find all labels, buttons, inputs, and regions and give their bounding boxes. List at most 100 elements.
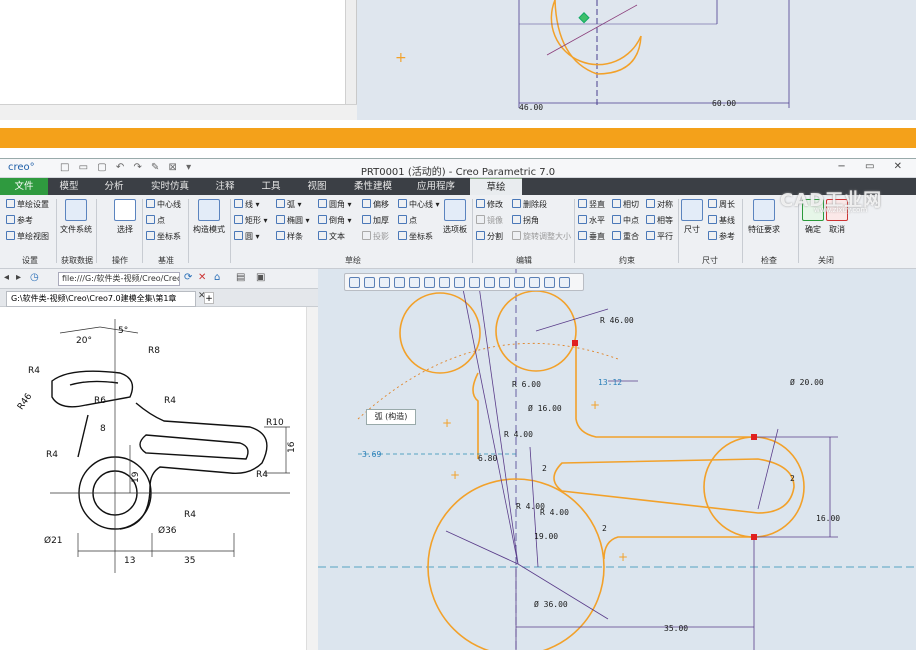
dim-d36[interactable]: Ø 36.00	[534, 599, 568, 609]
text-tool[interactable]: 文本	[318, 231, 345, 242]
construction-mode-button[interactable]: 构造模式	[190, 199, 228, 235]
browser-tab[interactable]: G:\软件类-视频\Creo\Creo7.0建模全集\第1章	[6, 291, 196, 307]
datum-display-icon[interactable]	[454, 277, 465, 288]
tab-analysis[interactable]: 分析	[90, 178, 138, 195]
perpendicular-constraint[interactable]: 垂直	[578, 231, 605, 242]
tab-flexible-modeling[interactable]: 柔性建模	[340, 178, 406, 195]
thicken-tool[interactable]: 加厚	[362, 215, 389, 226]
spline-tool[interactable]: 样条	[276, 231, 303, 242]
save-icon[interactable]: ▣	[256, 272, 265, 283]
midpoint-constraint[interactable]: 中点	[612, 215, 639, 226]
baseline-tool[interactable]: 基线	[708, 215, 735, 226]
group-constrain-label[interactable]: 约束	[578, 255, 676, 266]
vertical-constraint[interactable]: 竖直	[578, 199, 605, 210]
group-operations-label[interactable]: 操作	[100, 255, 140, 266]
dimension-button[interactable]: 尺寸	[680, 199, 704, 235]
parallel-constraint[interactable]: 平行	[646, 231, 673, 242]
sketch-centerline-tool[interactable]: 中心线 ▾	[398, 199, 440, 210]
constraint-display-icon[interactable]	[529, 277, 540, 288]
mirror-tool[interactable]: 镜像	[476, 215, 503, 226]
dim-r4-a[interactable]: R 4.00	[504, 430, 533, 439]
stop-icon[interactable]: ✕	[198, 272, 206, 283]
circle-tool[interactable]: 圆 ▾	[234, 231, 260, 242]
dim-r4-c[interactable]: R 4.00	[540, 508, 569, 517]
datum-point-button[interactable]: 点	[146, 215, 165, 226]
tab-live-simulation[interactable]: 实时仿真	[138, 178, 202, 195]
file-system-button[interactable]: 文件系统	[58, 199, 94, 235]
print-icon[interactable]: ▤	[236, 272, 245, 283]
project-tool[interactable]: 投影	[362, 231, 389, 242]
perspective-icon[interactable]	[514, 277, 525, 288]
dim-2-b[interactable]: 2	[790, 474, 795, 483]
coincident-constraint[interactable]: 重合	[612, 231, 639, 242]
dim-d20[interactable]: Ø 20.00	[790, 377, 824, 387]
top-dim-60[interactable]: 60.00	[712, 99, 736, 108]
sketch-setup-button[interactable]: 草绘设置	[6, 199, 49, 210]
sketch-point-tool[interactable]: 点	[398, 215, 417, 226]
zoom-out-icon[interactable]	[379, 277, 390, 288]
arc-tool[interactable]: 弧 ▾	[276, 199, 302, 210]
references-button[interactable]: 参考	[6, 215, 33, 226]
tab-file[interactable]: 文件	[0, 178, 48, 195]
window-controls[interactable]: − ▭ ✕	[837, 161, 910, 172]
history-icon[interactable]: ◷	[30, 272, 39, 283]
vertex-display-icon[interactable]	[544, 277, 555, 288]
ellipse-tool[interactable]: 椭圆 ▾	[276, 215, 310, 226]
perimeter-tool[interactable]: 周长	[708, 199, 735, 210]
modify-tool[interactable]: 修改	[476, 199, 503, 210]
dim-2-a[interactable]: 2	[542, 464, 547, 473]
dim-6-80[interactable]: 6.80	[478, 454, 497, 463]
feature-requirements-button[interactable]: 特征要求	[744, 199, 784, 235]
chamfer-tool[interactable]: 倒角 ▾	[318, 215, 352, 226]
refresh-icon[interactable]: ⟳	[184, 272, 192, 283]
fillet-tool[interactable]: 圆角 ▾	[318, 199, 352, 210]
grid-display-icon[interactable]	[559, 277, 570, 288]
new-tab-icon[interactable]: +	[204, 292, 214, 304]
back-icon[interactable]: ◂	[4, 272, 9, 283]
dim-35[interactable]: 35.00	[664, 624, 688, 633]
corner-tool[interactable]: 拐角	[512, 215, 539, 226]
tab-annotate[interactable]: 注释	[202, 178, 248, 195]
dim-19[interactable]: 19.00	[534, 532, 558, 541]
group-dimension-label[interactable]: 尺寸	[680, 255, 740, 266]
tab-applications[interactable]: 应用程序	[406, 178, 466, 195]
sketch-view-icon[interactable]	[439, 277, 450, 288]
tab-view[interactable]: 视图	[294, 178, 340, 195]
dim-r6[interactable]: R 6.00	[512, 380, 541, 389]
dim-3-69[interactable]: 3.69	[362, 450, 381, 459]
vertical-scrollbar[interactable]	[345, 0, 356, 104]
tab-tools[interactable]: 工具	[248, 178, 294, 195]
line-tool[interactable]: 线 ▾	[234, 199, 260, 210]
annotation-display-icon[interactable]	[484, 277, 495, 288]
dim-13-12[interactable]: 13.12	[598, 378, 622, 387]
rotate-resize-tool[interactable]: 旋转调整大小	[512, 231, 571, 242]
sketch-view-button[interactable]: 草绘视图	[6, 231, 49, 242]
delete-segment-tool[interactable]: 删除段	[512, 199, 547, 210]
dim-r46[interactable]: R 46.00	[600, 316, 634, 325]
reference-dimension-tool[interactable]: 参考	[708, 231, 735, 242]
repaint-icon[interactable]	[394, 277, 405, 288]
address-input[interactable]: file:///G:/软件类-视频/Creo/Creo	[58, 272, 180, 286]
browser-scrollbar[interactable]	[306, 307, 318, 650]
equal-constraint[interactable]: 相等	[646, 215, 673, 226]
spin-center-icon[interactable]	[469, 277, 480, 288]
saved-views-icon[interactable]	[424, 277, 435, 288]
refit-icon[interactable]	[349, 277, 360, 288]
top-dim-46[interactable]: 46.00	[519, 103, 543, 112]
sketch-csys-tool[interactable]: 坐标系	[398, 231, 433, 242]
dim-16[interactable]: 16.00	[816, 514, 840, 523]
dim-2-c[interactable]: 2	[602, 524, 607, 533]
symmetric-constraint[interactable]: 对称	[646, 199, 673, 210]
select-button[interactable]: 选择	[112, 199, 138, 235]
sketch-canvas[interactable]: + + + + R 46.00 Ø 20.00 R 6.00 Ø 16.00 R…	[318, 269, 916, 650]
group-setup-label[interactable]: 设置	[6, 255, 54, 266]
offset-tool[interactable]: 偏移	[362, 199, 389, 210]
datum-centerline-button[interactable]: 中心线	[146, 199, 181, 210]
tab-sketch[interactable]: 草绘	[470, 178, 522, 195]
graphics-area[interactable]: + + + + R 46.00 Ø 20.00 R 6.00 Ø 16.00 R…	[318, 269, 916, 650]
dim-d16[interactable]: Ø 16.00	[528, 403, 562, 413]
home-icon[interactable]: ⌂	[214, 272, 220, 283]
datum-csys-button[interactable]: 坐标系	[146, 231, 181, 242]
zoom-in-icon[interactable]	[364, 277, 375, 288]
group-inspect-label[interactable]: 检查	[744, 255, 794, 266]
